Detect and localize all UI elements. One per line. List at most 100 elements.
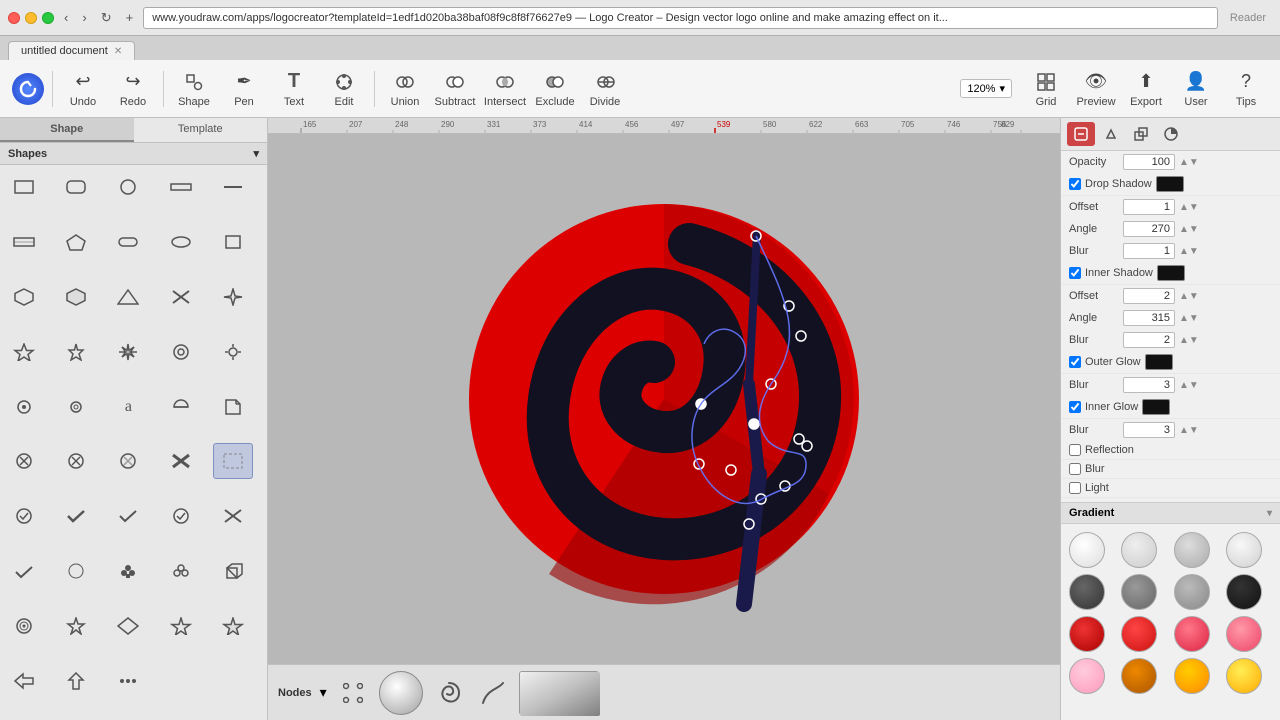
forward-button[interactable]: ›	[78, 8, 90, 27]
shape-selected[interactable]	[213, 443, 253, 479]
opacity-input[interactable]	[1123, 154, 1175, 170]
shape-check[interactable]	[108, 498, 148, 534]
redo-button[interactable]: ↪ Redo	[109, 63, 157, 115]
shape-arrow-left[interactable]	[4, 663, 44, 699]
gradient-swatch-2[interactable]	[1174, 532, 1210, 568]
tab-shape[interactable]: Shape	[0, 118, 134, 142]
shape-diamond3[interactable]	[108, 608, 148, 644]
shape-cube[interactable]	[213, 553, 253, 589]
undo-button[interactable]: ↩ Undo	[59, 63, 107, 115]
shape-star4[interactable]	[213, 279, 253, 315]
union-button[interactable]: Union	[381, 63, 429, 115]
ig-blur-spinner[interactable]: ▲▼	[1179, 425, 1199, 436]
gradient-swatch-6[interactable]	[1174, 574, 1210, 610]
ig-blur-input[interactable]	[1123, 422, 1175, 438]
divide-button[interactable]: Divide	[581, 63, 629, 115]
shape-check-circle[interactable]	[4, 498, 44, 534]
inner-glow-color[interactable]	[1142, 399, 1170, 415]
gradient-swatch-4[interactable]	[1069, 574, 1105, 610]
shape-l-rect[interactable]	[4, 224, 44, 260]
shape-triangle[interactable]	[108, 279, 148, 315]
document-tab[interactable]: untitled document ✕	[8, 41, 135, 60]
shape-x-circle[interactable]	[213, 498, 253, 534]
shape-star-hollow[interactable]	[213, 608, 253, 644]
shape-square2[interactable]	[213, 224, 253, 260]
ds-blur-spinner[interactable]: ▲▼	[1179, 246, 1199, 257]
node-swirl-tool[interactable]	[431, 675, 467, 711]
shape-hex2[interactable]	[56, 279, 96, 315]
node-select-tool[interactable]	[335, 675, 371, 711]
shape-star5-outline[interactable]	[4, 334, 44, 370]
shape-star8[interactable]	[108, 334, 148, 370]
shape-line[interactable]	[213, 169, 253, 205]
ds-offset-input[interactable]	[1123, 199, 1175, 215]
close-button[interactable]	[8, 12, 20, 24]
shape-circle-x[interactable]	[4, 443, 44, 479]
gradient-swatch-0[interactable]	[1069, 532, 1105, 568]
text-tool-button[interactable]: T Text	[270, 63, 318, 115]
user-button[interactable]: 👤 User	[1172, 63, 1220, 115]
og-blur-input[interactable]	[1123, 377, 1175, 393]
shape-star-outline[interactable]	[161, 608, 201, 644]
zoom-dropdown-icon[interactable]: ▾	[999, 82, 1005, 95]
shape-sun[interactable]	[213, 334, 253, 370]
ds-offset-spinner[interactable]: ▲▼	[1179, 202, 1199, 213]
drop-shadow-color[interactable]	[1156, 176, 1184, 192]
gradient-swatch-10[interactable]	[1174, 616, 1210, 652]
gradient-swatch-12[interactable]	[1069, 658, 1105, 694]
tab-template[interactable]: Template	[134, 118, 268, 142]
reader-button[interactable]: Reader	[1224, 10, 1272, 26]
nodes-expand-icon[interactable]: ▾	[320, 684, 327, 701]
shape-circle-x2[interactable]	[56, 443, 96, 479]
exclude-button[interactable]: Exclude	[531, 63, 579, 115]
is-offset-input[interactable]	[1123, 288, 1175, 304]
shape-x-bold[interactable]	[161, 443, 201, 479]
reload-button[interactable]: ↻	[97, 8, 116, 28]
drop-shadow-checkbox[interactable]	[1069, 178, 1081, 190]
opacity-spinner[interactable]: ▲▼	[1179, 157, 1199, 168]
shape-hexagram[interactable]	[56, 608, 96, 644]
effects-panel-button[interactable]	[1067, 122, 1095, 146]
shape-checkmark2[interactable]	[4, 553, 44, 589]
shape-letter-a[interactable]: a	[108, 389, 148, 425]
shape-ellipse[interactable]	[161, 224, 201, 260]
og-blur-spinner[interactable]: ▲▼	[1179, 380, 1199, 391]
inner-shadow-checkbox[interactable]	[1069, 267, 1081, 279]
grid-button[interactable]: Grid	[1022, 63, 1070, 115]
color-panel-button[interactable]	[1157, 122, 1185, 146]
shape-hexagon[interactable]	[4, 279, 44, 315]
gradient-swatch-11[interactable]	[1226, 616, 1262, 652]
shape-check-bold[interactable]	[56, 498, 96, 534]
gradient-swatch-9[interactable]	[1121, 616, 1157, 652]
gradient-swatch-15[interactable]	[1226, 658, 1262, 694]
shape-pill[interactable]	[108, 224, 148, 260]
shape-rounded-rect[interactable]	[56, 169, 96, 205]
shape-club2[interactable]	[161, 553, 201, 589]
light-checkbox[interactable]	[1069, 482, 1081, 494]
transform-panel-button[interactable]	[1127, 122, 1155, 146]
shape-check-circle2[interactable]	[161, 498, 201, 534]
shape-arrow-up[interactable]	[56, 663, 96, 699]
gradient-swatch-1[interactable]	[1121, 532, 1157, 568]
ds-angle-input[interactable]	[1123, 221, 1175, 237]
gradient-swatch-5[interactable]	[1121, 574, 1157, 610]
shape-target[interactable]	[4, 608, 44, 644]
shape-tool-button[interactable]: Shape	[170, 63, 218, 115]
ds-blur-input[interactable]	[1123, 243, 1175, 259]
gradient-swatch-3[interactable]	[1226, 532, 1262, 568]
node-curve-tool[interactable]	[475, 675, 511, 711]
is-blur-spinner[interactable]: ▲▼	[1179, 335, 1199, 346]
tips-button[interactable]: ? Tips	[1222, 63, 1270, 115]
subtract-button[interactable]: Subtract	[431, 63, 479, 115]
gradient-swatch-14[interactable]	[1174, 658, 1210, 694]
gradient-expand[interactable]: ▾	[1267, 508, 1272, 519]
outer-glow-color[interactable]	[1145, 354, 1173, 370]
blur-checkbox[interactable]	[1069, 463, 1081, 475]
shape-rectangle[interactable]	[4, 169, 44, 205]
edit-tool-button[interactable]: Edit	[320, 63, 368, 115]
shape-circle-thin[interactable]	[56, 553, 96, 589]
back-button[interactable]: ‹	[60, 8, 72, 27]
is-angle-input[interactable]	[1123, 310, 1175, 326]
is-blur-input[interactable]	[1123, 332, 1175, 348]
shape-doc[interactable]	[213, 389, 253, 425]
